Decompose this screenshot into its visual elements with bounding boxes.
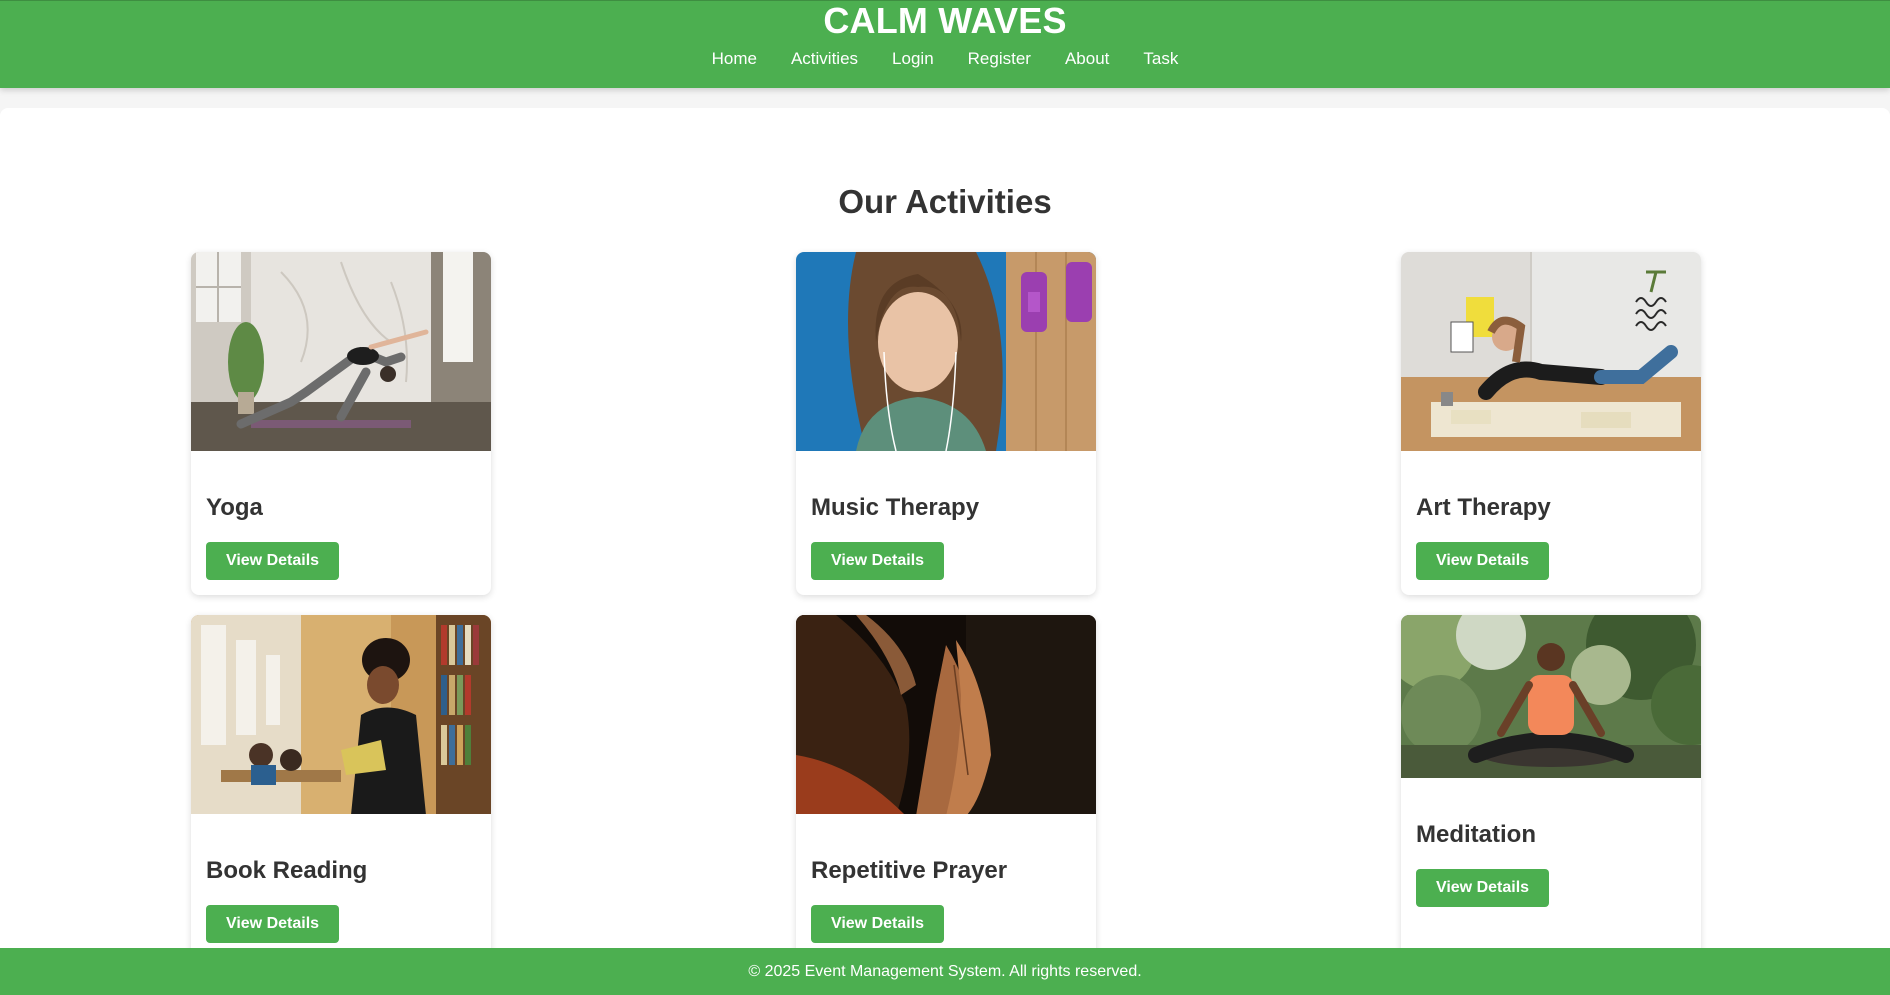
nav-activities-link[interactable]: Activities [774, 48, 875, 70]
nav-task-link[interactable]: Task [1126, 48, 1195, 70]
meditation-image [1401, 615, 1701, 778]
activity-card-meditation: Meditation View Details [1401, 615, 1701, 965]
view-details-button[interactable]: View Details [206, 542, 339, 580]
site-header: CALM WAVES Home Activities Login Registe… [0, 0, 1890, 88]
main-nav: Home Activities Login Register About Tas… [0, 48, 1890, 70]
brand-title: CALM WAVES [823, 0, 1067, 41]
page-title: Our Activities [838, 183, 1052, 220]
card-title: Music Therapy [811, 494, 980, 521]
view-details-button[interactable]: View Details [811, 905, 944, 943]
nav-home-link[interactable]: Home [695, 48, 774, 70]
site-footer: © 2025 Event Management System. All righ… [0, 948, 1890, 995]
view-details-button[interactable]: View Details [1416, 869, 1549, 907]
activity-card-art-therapy: Art Therapy View Details [1401, 252, 1701, 595]
nav-about-link[interactable]: About [1048, 48, 1126, 70]
activity-card-repetitive-prayer: Repetitive Prayer View Details [796, 615, 1096, 965]
nav-register-link[interactable]: Register [951, 48, 1048, 70]
activity-card-yoga: Yoga View Details [191, 252, 491, 595]
art-therapy-image [1401, 252, 1701, 451]
card-title: Art Therapy [1416, 494, 1551, 521]
view-details-button[interactable]: View Details [811, 542, 944, 580]
card-title: Book Reading [206, 857, 368, 884]
yoga-image [191, 252, 491, 451]
footer-copyright: © 2025 Event Management System. All righ… [748, 963, 1142, 980]
view-details-button[interactable]: View Details [206, 905, 339, 943]
view-details-button[interactable]: View Details [1416, 542, 1549, 580]
nav-login-link[interactable]: Login [875, 48, 951, 70]
card-title: Meditation [1416, 821, 1536, 848]
card-title: Repetitive Prayer [811, 857, 1008, 884]
activities-section: Our Activities Yoga View Details Music T… [0, 108, 1890, 965]
book-reading-image [191, 615, 491, 814]
repetitive-prayer-image [796, 615, 1096, 814]
activity-card-book-reading: Book Reading View Details [191, 615, 491, 965]
card-title: Yoga [206, 494, 263, 521]
activity-card-music-therapy: Music Therapy View Details [796, 252, 1096, 595]
music-therapy-image [796, 252, 1096, 451]
